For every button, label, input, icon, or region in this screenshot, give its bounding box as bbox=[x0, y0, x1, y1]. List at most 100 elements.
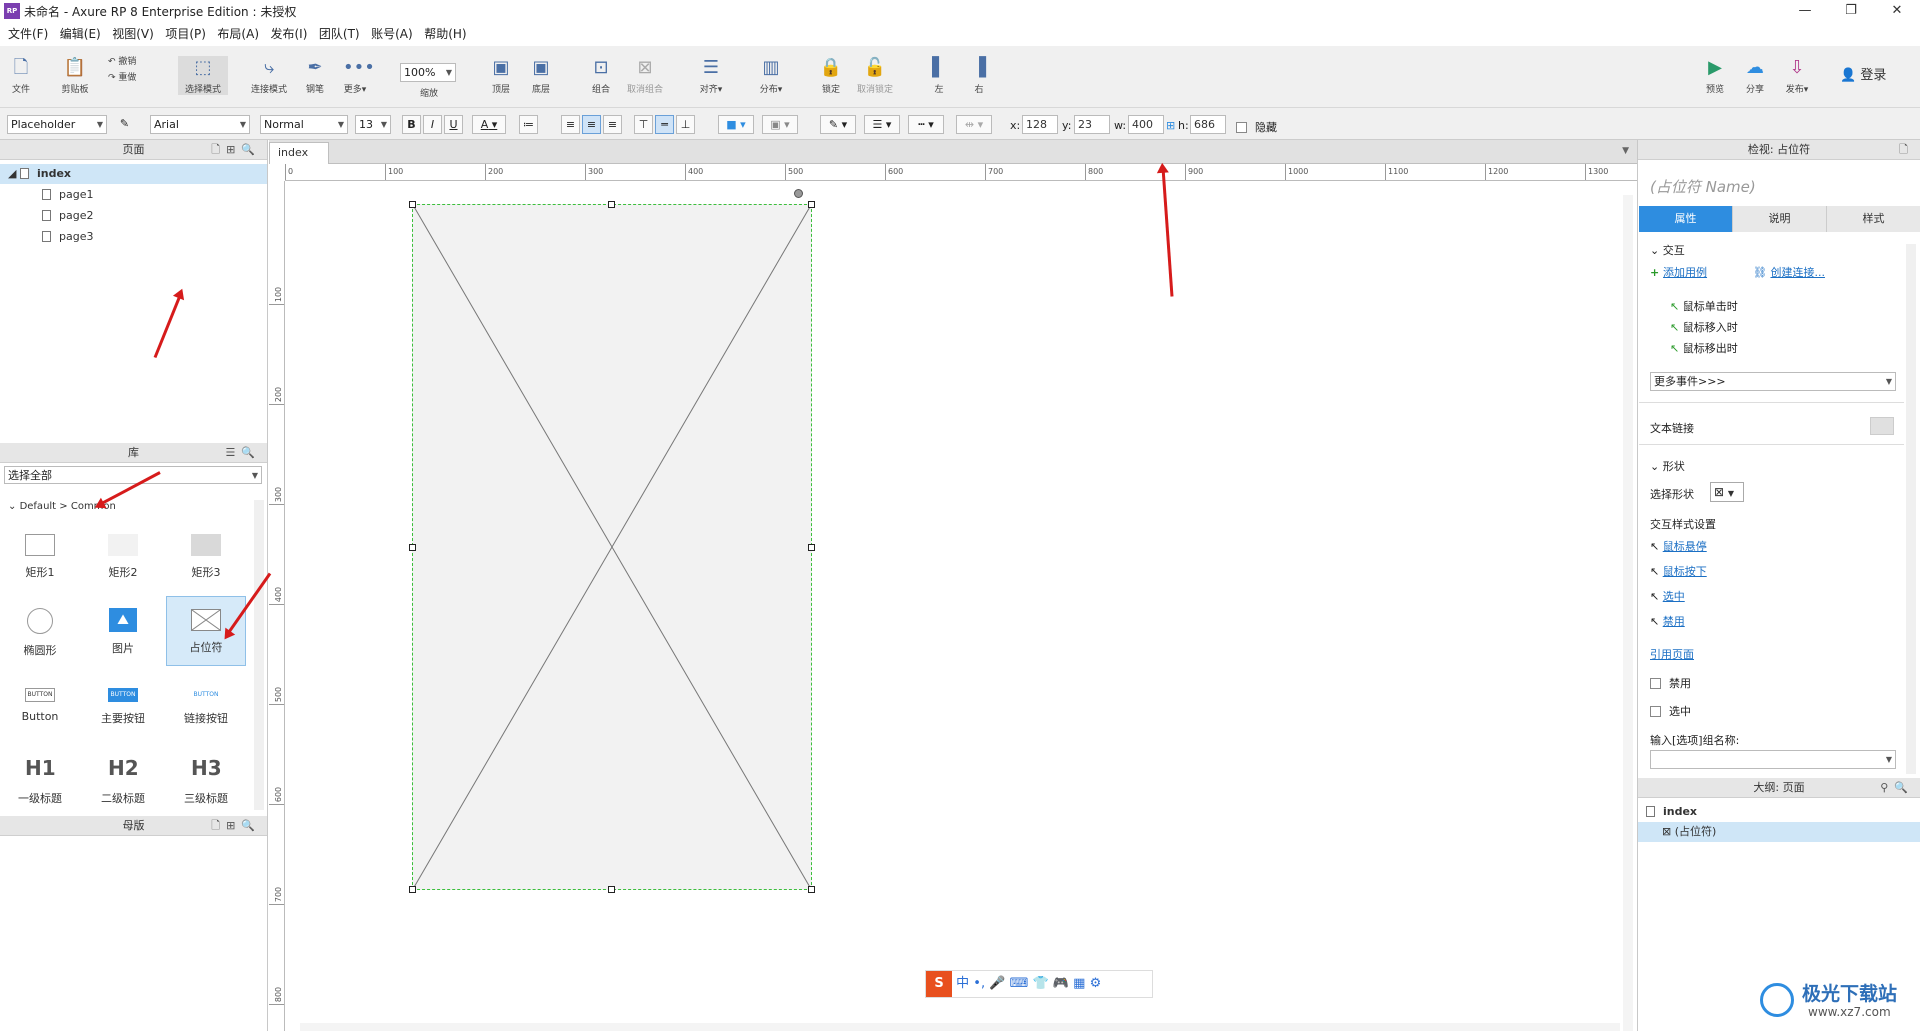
zoom-select[interactable]: 100% ▼ bbox=[400, 63, 456, 82]
preview-button[interactable]: ▶ 预览 bbox=[1700, 56, 1730, 95]
right-panel-toggle[interactable]: ▐ 右 bbox=[964, 56, 994, 95]
canvas-vertical-scrollbar[interactable] bbox=[1623, 195, 1633, 1031]
widget-ellipse[interactable]: 椭圆形 bbox=[0, 596, 80, 666]
menu-help[interactable]: 帮助(H) bbox=[416, 22, 466, 46]
line-pattern-button[interactable]: ┅ ▾ bbox=[908, 115, 944, 134]
font-family-select[interactable]: Arial ▼ bbox=[150, 115, 250, 134]
tab-notes[interactable]: 说明 bbox=[1733, 206, 1827, 232]
select-shape-dropdown[interactable]: ⊠ ▼ bbox=[1710, 482, 1744, 502]
more-button[interactable]: ••• 更多▾ bbox=[338, 56, 375, 95]
line-color-button[interactable]: ✎ ▾ bbox=[820, 115, 856, 134]
widget-style-select[interactable]: Placeholder ▼ bbox=[7, 115, 107, 134]
group-button[interactable]: ⊡ 组合 bbox=[586, 56, 616, 95]
bullet-list-icon[interactable]: ≔ bbox=[519, 115, 538, 134]
widget-button[interactable]: BUTTON Button bbox=[0, 670, 80, 740]
menu-view[interactable]: 视图(V) bbox=[104, 22, 154, 46]
y-input[interactable]: 23 bbox=[1074, 115, 1110, 134]
canvas-horizontal-scrollbar[interactable] bbox=[300, 1023, 1620, 1031]
resize-handle[interactable] bbox=[409, 201, 416, 208]
publish-button[interactable]: ⇩ 发布▾ bbox=[1780, 56, 1814, 95]
close-button[interactable]: ✕ bbox=[1874, 0, 1920, 22]
menu-publish[interactable]: 发布(I) bbox=[263, 22, 308, 46]
font-size-select[interactable]: 13 ▼ bbox=[355, 115, 391, 134]
library-group[interactable]: ⌄ Default > Common bbox=[0, 497, 267, 517]
style-edit-icon[interactable]: ✎ bbox=[115, 115, 134, 134]
login-button[interactable]: 👤 登录 bbox=[1840, 64, 1896, 83]
event-onclick[interactable]: ↖ 鼠标单击时 bbox=[1670, 298, 1738, 314]
resize-handle[interactable] bbox=[808, 201, 815, 208]
widget-placeholder[interactable]: 占位符 bbox=[166, 596, 246, 666]
menu-edit[interactable]: 编辑(E) bbox=[52, 22, 101, 46]
font-color-button[interactable]: A ▾ bbox=[472, 115, 506, 134]
game-icon[interactable]: 🎮 bbox=[1053, 976, 1069, 991]
ime-toolbar[interactable]: S 中 •, 🎤 ⌨ 👕 🎮 ▦ ⚙ bbox=[925, 970, 1153, 998]
shadow-button[interactable]: ▣ ▾ bbox=[762, 115, 798, 134]
resize-handle[interactable] bbox=[808, 886, 815, 893]
send-bottom-button[interactable]: ▣ 底层 bbox=[526, 56, 556, 95]
inspector-page-icon[interactable]: 🗋 bbox=[1899, 140, 1914, 160]
style-selected[interactable]: ↖ 选中 bbox=[1650, 588, 1685, 604]
menu-layout[interactable]: 布局(A) bbox=[209, 22, 259, 46]
shape-section[interactable]: ⌄ 形状 bbox=[1650, 458, 1685, 474]
pages-panel-icons[interactable]: 🗋⊞🔍 bbox=[211, 140, 261, 160]
group-name-input[interactable]: ▼ bbox=[1650, 750, 1896, 769]
fill-color-button[interactable]: ■ ▾ bbox=[718, 115, 754, 134]
event-mouseout[interactable]: ↖ 鼠标移出时 bbox=[1670, 340, 1738, 356]
library-scrollbar[interactable] bbox=[254, 500, 264, 810]
underline-button[interactable]: U bbox=[444, 115, 463, 134]
pen-button[interactable]: ✒ 钢笔 bbox=[300, 56, 330, 95]
widget-h1[interactable]: H1 一级标题 bbox=[0, 744, 80, 814]
page-item[interactable]: page3 bbox=[0, 227, 267, 247]
style-hover[interactable]: ↖ 鼠标悬停 bbox=[1650, 538, 1707, 554]
lock-button[interactable]: 🔒 锁定 bbox=[816, 56, 846, 95]
menu-team[interactable]: 团队(T) bbox=[311, 22, 360, 46]
resize-handle[interactable] bbox=[608, 886, 615, 893]
ime-chinese[interactable]: 中 bbox=[956, 976, 969, 991]
chevron-down-icon[interactable]: ▼ bbox=[1622, 146, 1629, 156]
select-mode-button[interactable]: ⬚ 选择模式 bbox=[178, 56, 228, 95]
italic-button[interactable]: I bbox=[423, 115, 442, 134]
outline-page[interactable]: index bbox=[1638, 802, 1920, 822]
widget-name-input[interactable]: (占位符 Name) bbox=[1650, 176, 1756, 197]
file-button[interactable]: 🗋 文件 bbox=[6, 56, 36, 95]
library-panel-icons[interactable]: ☰🔍 bbox=[225, 443, 261, 463]
widget-link-button[interactable]: BUTTON 链接按钮 bbox=[166, 670, 246, 740]
redo-button[interactable]: ↷ 重做 bbox=[108, 70, 148, 83]
inspector-scrollbar[interactable] bbox=[1906, 244, 1916, 774]
library-select[interactable]: 选择全部 ▼ bbox=[4, 466, 262, 484]
ime-punct[interactable]: •, bbox=[973, 976, 985, 991]
share-button[interactable]: ☁ 分享 bbox=[1740, 56, 1770, 95]
ungroup-button[interactable]: ⊠ 取消组合 bbox=[622, 56, 668, 95]
rotate-handle[interactable] bbox=[794, 189, 803, 198]
apps-icon[interactable]: ▦ bbox=[1073, 976, 1085, 991]
microphone-icon[interactable]: 🎤 bbox=[989, 976, 1005, 991]
align-button[interactable]: ☰ 对齐▾ bbox=[694, 56, 728, 95]
connect-mode-button[interactable]: ⤷ 连接模式 bbox=[248, 56, 290, 95]
height-input[interactable]: 686 bbox=[1190, 115, 1226, 134]
maximize-button[interactable]: ❐ bbox=[1828, 0, 1874, 22]
hidden-checkbox[interactable]: 隐藏 bbox=[1236, 119, 1277, 135]
tab-index[interactable]: index × bbox=[269, 142, 329, 179]
page-item[interactable]: page1 bbox=[0, 185, 267, 205]
create-link[interactable]: ⛓ 创建连接... bbox=[1753, 264, 1825, 280]
x-input[interactable]: 128 bbox=[1022, 115, 1058, 134]
valign-top-icon[interactable]: ⊤ bbox=[634, 115, 653, 134]
align-right-icon[interactable]: ≡ bbox=[603, 115, 622, 134]
align-center-icon[interactable]: ≡ bbox=[582, 115, 601, 134]
link-size-icon[interactable]: ⊞ bbox=[1166, 119, 1175, 132]
menu-account[interactable]: 账号(A) bbox=[363, 22, 413, 46]
disabled-checkbox[interactable]: 禁用 bbox=[1650, 675, 1691, 691]
skin-icon[interactable]: 👕 bbox=[1032, 976, 1048, 991]
masters-panel-icons[interactable]: 🗋⊞🔍 bbox=[211, 816, 261, 836]
placeholder-widget[interactable] bbox=[412, 204, 812, 890]
style-disabled[interactable]: ↖ 禁用 bbox=[1650, 613, 1685, 629]
page-index[interactable]: ◢ index bbox=[0, 164, 267, 184]
page-item[interactable]: page2 bbox=[0, 206, 267, 226]
clipboard-button[interactable]: 📋 剪贴板 bbox=[55, 56, 95, 95]
more-events-select[interactable]: 更多事件>>> ▼ bbox=[1650, 372, 1896, 391]
bold-button[interactable]: B bbox=[402, 115, 421, 134]
distribute-button[interactable]: ▥ 分布▾ bbox=[754, 56, 788, 95]
widget-image[interactable]: ⛰ 图片 bbox=[83, 596, 163, 666]
widget-rect1[interactable]: 矩形1 bbox=[0, 522, 80, 592]
selected-checkbox[interactable]: 选中 bbox=[1650, 703, 1691, 719]
